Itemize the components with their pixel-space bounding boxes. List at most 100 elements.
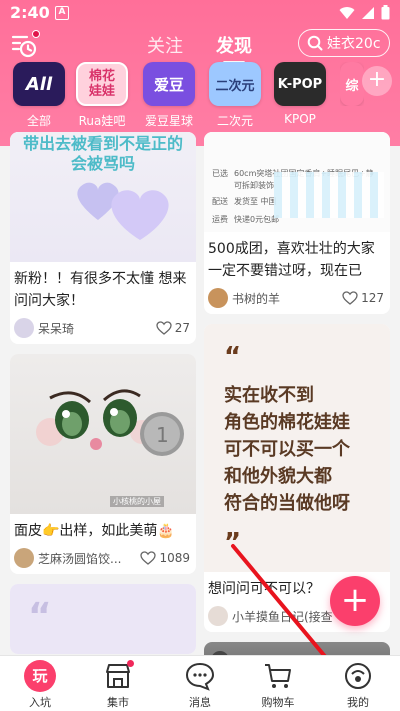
tab-discover[interactable]: 发现 — [216, 32, 252, 64]
wifi-icon — [339, 6, 355, 19]
image-watermark: 小核桃的小屋 — [110, 496, 164, 507]
play-badge-icon: 玩 — [24, 660, 56, 692]
quote-open-mark: “ — [224, 342, 242, 372]
post-meta: 书树的羊 127 — [204, 282, 390, 314]
channel-kpop-icon: K-POP — [274, 62, 326, 106]
like-button[interactable]: 27 — [156, 321, 190, 335]
post-image: “ — [10, 584, 196, 654]
quote-mark: “ — [28, 596, 52, 637]
quote-line: 可不可以买一个 — [224, 439, 350, 460]
post-image: 已选 60cm突塔社团国定香肩+睡眠尾巴+静 可拆卸装饰 配送 发货至 中国 运… — [204, 132, 390, 232]
cart-icon — [262, 660, 294, 692]
market-icon — [102, 660, 134, 692]
nav-label: 集市 — [107, 696, 129, 709]
avatar[interactable] — [14, 548, 34, 568]
channel-strip: All 全部 棉花 娃娃 Rua娃吧 爱豆 爱豆星球 二次元 二次元 K-POP… — [0, 62, 400, 132]
top-navigation: 关注 发现 娃衣20c — [0, 28, 400, 64]
nav-label: 购物车 — [261, 696, 295, 709]
author-name[interactable]: 芝麻汤圆馅饺... — [38, 550, 140, 567]
battery-icon — [381, 5, 390, 20]
channel-anime[interactable]: 二次元 二次元 — [208, 62, 262, 129]
post-meta: 呆呆琦 27 — [10, 312, 196, 344]
channel-kpop[interactable]: K-POP KPOP — [273, 62, 327, 126]
channel-rua-icon: 棉花 娃娃 — [76, 62, 128, 106]
quote-line: 和他外貌大都 — [224, 466, 332, 487]
add-channel-button[interactable]: + — [362, 66, 392, 96]
history-button[interactable] — [10, 30, 40, 60]
channel-all-icon: All — [13, 62, 65, 106]
doll-face-illustration: 1 — [36, 389, 184, 456]
message-bubble-icon — [184, 660, 216, 692]
channel-label: 全部 — [26, 114, 51, 128]
like-count: 27 — [174, 321, 190, 335]
spec-value: 发货至 中国 — [234, 197, 277, 206]
tab-following[interactable]: 关注 — [147, 32, 183, 58]
spec-value: 可拆卸装饰 — [234, 181, 274, 190]
author-name[interactable]: 呆呆琦 — [38, 320, 156, 337]
quote-line: 符合的当做他呀 — [224, 493, 350, 514]
channel-label: 爱豆星球 — [144, 114, 193, 128]
post-title: 500成团，喜欢壮壮的大家一定不要错过呀，现在已 — [208, 241, 375, 279]
system-icons — [339, 5, 390, 20]
channel-rua[interactable]: 棉花 娃娃 Rua娃吧 — [75, 62, 129, 129]
channel-anime-icon: 二次元 — [209, 62, 261, 106]
nav-profile[interactable]: 我的 — [328, 660, 388, 710]
channel-label: KPOP — [284, 112, 316, 126]
post-meta: 芝麻汤圆馅饺... 1089 — [10, 542, 196, 574]
mosaic-redaction — [274, 172, 384, 218]
nav-label: 入坑 — [29, 696, 51, 709]
nav-label: 我的 — [347, 696, 369, 709]
search-bar[interactable]: 娃衣20c — [298, 29, 390, 57]
channel-variety-icon: 综 — [340, 62, 364, 106]
status-bar: 2:40 A — [0, 0, 400, 28]
channel-idol-icon: 爱豆 — [143, 62, 195, 106]
post-title: 新粉！！有很多不太懂 想来问问大家！ — [14, 271, 187, 309]
like-count: 127 — [361, 291, 384, 305]
avatar[interactable] — [208, 288, 228, 308]
quote-line: 角色的棉花娃娃 — [224, 412, 350, 433]
heart-icon — [140, 551, 157, 565]
channel-label: 二次元 — [216, 114, 253, 128]
post-image: 带出去被看到不是正的 会被骂吗 — [10, 132, 196, 262]
svg-text:1: 1 — [156, 423, 169, 447]
spec-key: 配送 — [212, 197, 228, 206]
nav-home[interactable]: 玩 入坑 — [10, 660, 70, 710]
avatar[interactable] — [14, 318, 34, 338]
author-name[interactable]: 书树的羊 — [232, 290, 342, 307]
bottom-navigation: 玩 入坑 集市 消息 购物车 我的 — [0, 655, 400, 711]
profile-icon — [342, 660, 374, 692]
channel-label: Rua娃吧 — [78, 114, 126, 128]
quote-text: 实在收不到 角色的棉花娃娃 可不可以买一个 和他外貌大都 符合的当做他呀 — [224, 382, 374, 517]
quote-line: 实在收不到 — [224, 385, 314, 406]
channel-idol[interactable]: 爱豆 爱豆星球 — [142, 62, 196, 129]
notification-icon: A — [55, 6, 69, 20]
post-card[interactable]: 带出去被看到不是正的 会被骂吗 新粉！！有很多不太懂 想来问问大家！ 呆呆琦 2… — [10, 132, 196, 344]
spec-key: 已选 — [212, 169, 228, 178]
like-button[interactable]: 1089 — [140, 551, 190, 565]
like-button[interactable]: 127 — [342, 291, 384, 305]
post-card[interactable]: “ — [10, 584, 196, 654]
history-badge-dot — [32, 30, 40, 38]
nav-cart[interactable]: 购物车 — [248, 660, 308, 710]
market-badge-dot — [127, 660, 134, 667]
like-count: 1089 — [159, 551, 190, 565]
signal-icon — [362, 6, 374, 19]
spec-key: 运费 — [212, 215, 228, 224]
post-image: “ 实在收不到 角色的棉花娃娃 可不可以买一个 和他外貌大都 符合的当做他呀 ” — [204, 324, 390, 572]
post-card[interactable]: 已选 60cm突塔社团国定香肩+睡眠尾巴+静 可拆卸装饰 配送 发货至 中国 运… — [204, 132, 390, 314]
status-time: 2:40 — [10, 3, 50, 22]
nav-messages[interactable]: 消息 — [170, 660, 230, 710]
heart-icon — [342, 291, 358, 305]
post-title: 面皮👉出样，如此美萌🎂 — [14, 523, 175, 539]
search-placeholder: 娃衣20c — [327, 36, 381, 52]
channel-variety[interactable]: 综 — [340, 62, 364, 106]
nav-market[interactable]: 集市 — [88, 660, 148, 710]
search-icon — [307, 35, 323, 51]
post-image: 1 小核桃的小屋 — [10, 354, 196, 514]
heart-icon — [156, 321, 172, 335]
spec-value: 快递0元包邮 — [234, 215, 280, 224]
nav-label: 消息 — [189, 696, 211, 709]
channel-all[interactable]: All 全部 — [12, 62, 66, 129]
feed-column-left: 带出去被看到不是正的 会被骂吗 新粉！！有很多不太懂 想来问问大家！ 呆呆琦 2… — [10, 132, 196, 655]
post-card[interactable]: 1 小核桃的小屋 面皮👉出样，如此美萌🎂 芝麻汤圆馅饺... 1089 — [10, 354, 196, 574]
